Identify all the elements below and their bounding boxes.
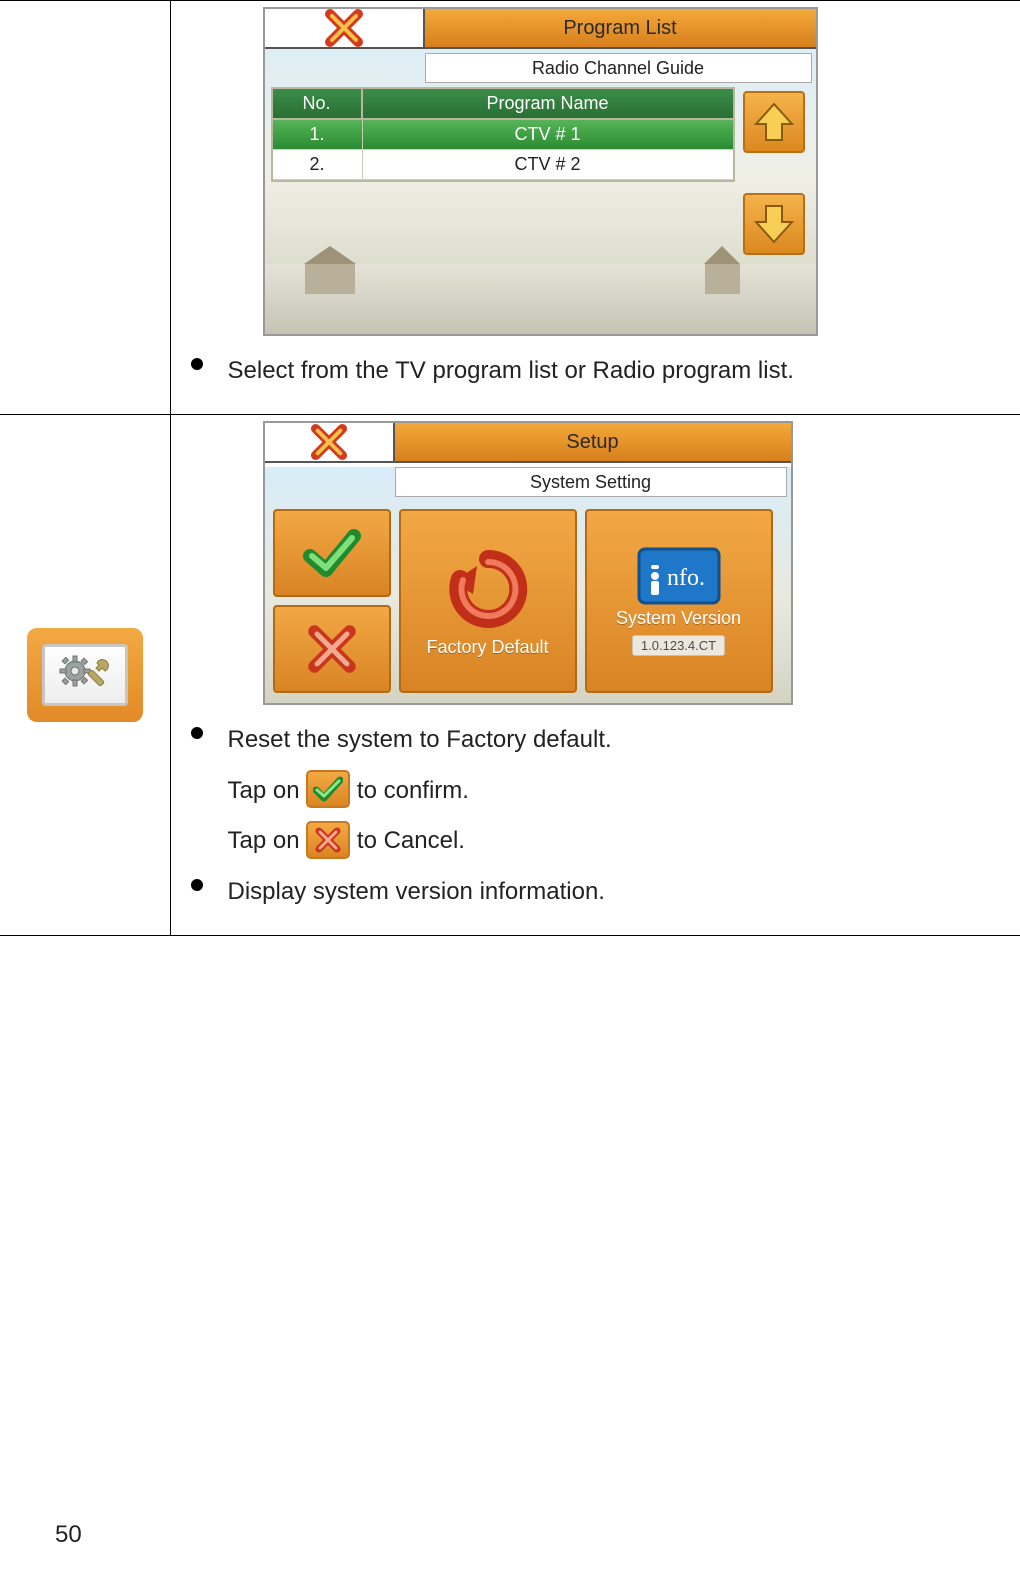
- factory-default-label: Factory Default: [426, 638, 548, 658]
- row1-name: CTV # 1: [363, 120, 733, 149]
- setup-title: Setup: [395, 423, 791, 461]
- row1-no: 1.: [273, 120, 363, 149]
- cancel-button[interactable]: [273, 605, 391, 693]
- row2-left-cell: [0, 415, 170, 936]
- arrow-down-icon: [752, 202, 796, 246]
- reset-icon: [443, 544, 533, 634]
- row1-bullet: Select from the TV program list or Radio…: [183, 346, 1009, 396]
- confirm-suffix: to confirm.: [357, 777, 469, 804]
- row2-right-cell: Setup System Setting: [170, 415, 1020, 936]
- program-list-screenshot: Program List Radio Channel Guide No. Pro…: [263, 7, 818, 336]
- row2-b2-text: Display system version information.: [228, 878, 605, 905]
- bullet-dot-icon: [191, 879, 203, 891]
- settings-thumbnail: [27, 628, 143, 722]
- doc-table: Program List Radio Channel Guide No. Pro…: [0, 0, 1020, 936]
- check-icon: [313, 776, 343, 802]
- confirm-inline-button[interactable]: [306, 770, 350, 808]
- row1-right-cell: Program List Radio Channel Guide No. Pro…: [170, 1, 1020, 415]
- gear-wrench-icon: [55, 653, 115, 697]
- row2-name: CTV # 2: [363, 150, 733, 179]
- col-no-header: No.: [273, 89, 363, 118]
- system-version-value: 1.0.123.4.CT: [632, 635, 725, 656]
- setup-subtitle: System Setting: [395, 467, 787, 497]
- info-badge-text: nfo.: [667, 565, 705, 591]
- check-icon: [302, 528, 362, 578]
- tap-prefix-2: Tap on: [228, 827, 307, 854]
- table-row[interactable]: 1. CTV # 1: [273, 120, 733, 150]
- program-list-title: Program List: [425, 9, 816, 47]
- col-name-header: Program Name: [363, 89, 733, 118]
- row2-b1-text: Reset the system to Factory default.: [228, 726, 612, 753]
- close-button[interactable]: [265, 423, 395, 461]
- cancel-icon: [307, 624, 357, 674]
- setup-screenshot: Setup System Setting: [263, 421, 793, 705]
- system-version-button[interactable]: nfo. System Version 1.0.123.4.CT: [585, 509, 773, 693]
- cancel-suffix: to Cancel.: [357, 827, 465, 854]
- row2-bullet-2: Display system version information.: [183, 867, 1009, 917]
- arrow-down-button[interactable]: [743, 193, 805, 255]
- cancel-inline-button[interactable]: [306, 821, 350, 859]
- table-row[interactable]: 2. CTV # 2: [273, 150, 733, 180]
- arrow-up-icon: [752, 100, 796, 144]
- close-button[interactable]: [265, 9, 425, 47]
- page-number: 50: [55, 1521, 82, 1549]
- close-icon: [324, 8, 364, 48]
- program-list-subtitle: Radio Channel Guide: [425, 53, 812, 83]
- factory-default-button[interactable]: Factory Default: [399, 509, 577, 693]
- cancel-icon: [315, 827, 341, 853]
- info-icon: nfo.: [637, 547, 721, 605]
- confirm-button[interactable]: [273, 509, 391, 597]
- program-table: No. Program Name 1. CTV # 1 2. CTV # 2: [271, 87, 735, 182]
- row1-bullet-text: Select from the TV program list or Radio…: [228, 357, 794, 384]
- system-version-label: System Version: [616, 609, 741, 629]
- close-icon: [310, 423, 348, 461]
- tap-prefix-1: Tap on: [228, 777, 307, 804]
- bullet-dot-icon: [191, 727, 203, 739]
- row2-bullet-1: Reset the system to Factory default. Tap…: [183, 715, 1009, 866]
- row2-no: 2.: [273, 150, 363, 179]
- bullet-dot-icon: [191, 358, 203, 370]
- arrow-up-button[interactable]: [743, 91, 805, 153]
- row1-left-cell: [0, 1, 170, 415]
